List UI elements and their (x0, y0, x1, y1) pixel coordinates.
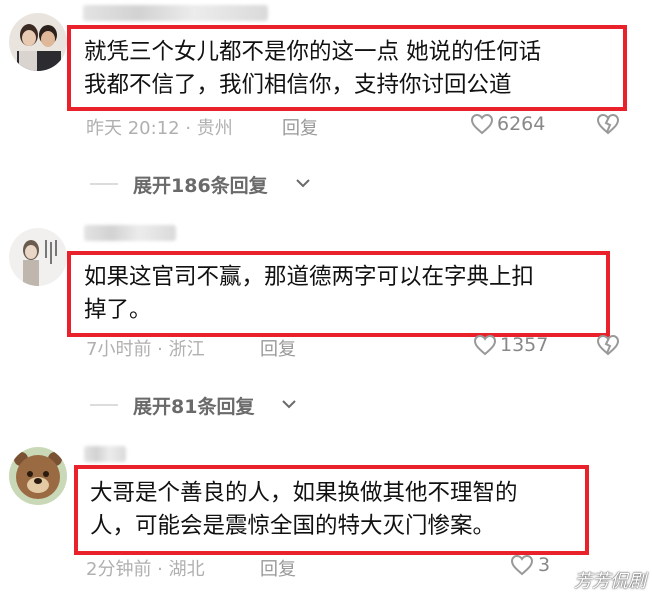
avatar[interactable] (9, 13, 67, 71)
heart-icon[interactable] (473, 334, 497, 356)
comment-text-line2: 我都不信了，我们相信你，支持你讨回公道 (84, 72, 512, 98)
comment-meta: 7小时前 · 浙江 (86, 339, 205, 360)
chevron-down-icon (296, 179, 310, 188)
reply-button[interactable]: 回复 (260, 335, 296, 361)
expand-replies-label[interactable]: 展开81条回复 (133, 392, 254, 419)
username[interactable] (84, 446, 126, 462)
like-count: 6264 (497, 113, 546, 135)
comment-text-line1: 如果这官司不赢，那道德两字可以在字典上扣 (84, 264, 535, 290)
comment-meta: 2分钟前 · 湖北 (86, 559, 205, 580)
dislike-icon[interactable] (596, 113, 620, 135)
heart-icon[interactable] (470, 113, 494, 135)
like-count: 3 (538, 554, 551, 576)
username[interactable] (83, 5, 268, 21)
comment-meta: 昨天 20:12 · 贵州 (86, 118, 233, 139)
dislike-icon[interactable] (596, 334, 620, 356)
comment-text-line2: 掉了。 (84, 297, 152, 323)
avatar[interactable] (9, 228, 67, 286)
divider-line (90, 404, 118, 406)
avatar[interactable] (9, 447, 67, 505)
comment-text-line1: 大哥是个善良的人，如果换做其他不理智的 (90, 480, 518, 506)
username[interactable] (84, 225, 176, 241)
like-count: 1357 (500, 334, 549, 356)
divider-line (90, 183, 118, 185)
comment-text-line1: 就凭三个女儿都不是你的这一点 她说的任何话 (84, 39, 542, 65)
watermark: 芳芳侃剧 (574, 571, 646, 592)
heart-icon[interactable] (510, 554, 534, 576)
comment-text-line2: 人，可能会是震惊全国的特大灭门惨案。 (90, 513, 496, 539)
chevron-down-icon (282, 400, 296, 409)
reply-button[interactable]: 回复 (260, 555, 296, 581)
expand-replies-label[interactable]: 展开186条回复 (133, 171, 268, 198)
reply-button[interactable]: 回复 (282, 114, 318, 140)
